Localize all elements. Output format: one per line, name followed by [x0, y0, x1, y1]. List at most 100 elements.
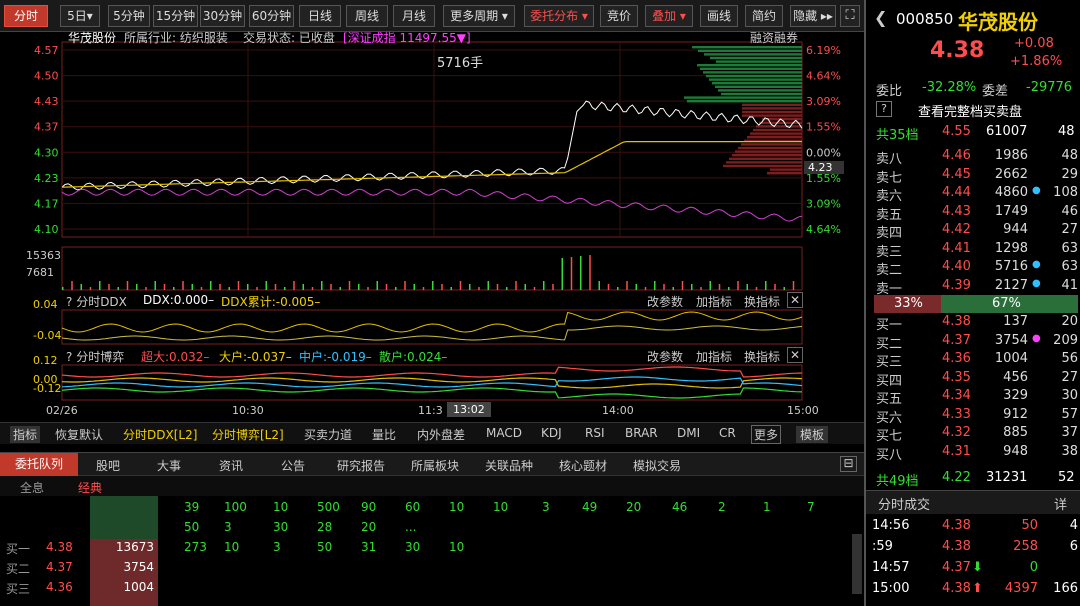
tab-order-queue[interactable]: 委托队列: [0, 453, 78, 476]
volume-bar: [644, 287, 647, 290]
more-indicators-button[interactable]: 更多: [751, 425, 782, 444]
indicator-ddx[interactable]: 分时DDX[L2]: [123, 426, 197, 443]
restore-default-button[interactable]: 恢复默认: [55, 426, 103, 443]
tab-events[interactable]: 大事: [157, 457, 181, 474]
tab-30min[interactable]: 30分钟: [200, 5, 245, 27]
tab-weekly[interactable]: 周线: [346, 5, 388, 27]
expand-icon[interactable]: ⛶: [840, 5, 860, 27]
help-icon[interactable]: ?: [876, 101, 892, 117]
queue-cell: 30: [405, 540, 421, 554]
volume-bar: [626, 281, 628, 290]
tab-monthly[interactable]: 月线: [393, 5, 435, 27]
tab-stock-forum[interactable]: 股吧: [96, 457, 120, 474]
indicator-rsi[interactable]: RSI: [585, 426, 605, 440]
intraday-chart[interactable]: 4.57 6.19% 4.50 4.64% 4.43 3.09% 4.37 1.55% 4.30…: [0, 29, 864, 422]
tab-5min[interactable]: 5分钟: [108, 5, 150, 27]
overlay-dropdown[interactable]: 叠加 ▾: [645, 5, 693, 27]
tab-themes[interactable]: 核心题材: [559, 457, 607, 474]
indicator-macd[interactable]: MACD: [486, 426, 522, 440]
auction-button[interactable]: 竞价: [600, 5, 638, 27]
bid-level[interactable]: 买三 4.36 1004 56: [866, 351, 1080, 370]
margin-trading-label[interactable]: 融资融券: [750, 29, 798, 46]
game-panel-frame: [61, 364, 803, 401]
trades-detail-button[interactable]: 详: [1054, 494, 1067, 513]
bid-level[interactable]: 买六 4.33 912 57: [866, 407, 1080, 426]
ddx-edit-params-button[interactable]: 改参数: [647, 293, 683, 310]
bid-level[interactable]: 买二 4.37 3754 ● 209: [866, 333, 1080, 352]
order-distribution-bar: [741, 143, 802, 146]
ask-level[interactable]: 卖二 4.40 5716 ● 63: [866, 259, 1080, 278]
tab-research[interactable]: 研究报告: [337, 457, 385, 474]
down-arrow-icon: ⬇: [972, 560, 983, 575]
bid-level[interactable]: 买四 4.35 456 27: [866, 370, 1080, 389]
template-button[interactable]: 模板: [796, 426, 829, 443]
indicator-bar: 指标 恢复默认 分时DDX[L2] 分时博弈[L2] 买卖力道 量比 内外盘差 …: [0, 422, 864, 444]
volume-bar: [99, 281, 101, 290]
tab-news[interactable]: 资讯: [219, 457, 243, 474]
order-distribution-bar: [742, 103, 802, 106]
indicator-game[interactable]: 分时博弈[L2]: [212, 426, 284, 443]
bid-level[interactable]: 买八 4.31 948 38: [866, 444, 1080, 463]
ask-level[interactable]: 卖五 4.43 1749 46: [866, 204, 1080, 223]
tab-daily[interactable]: 日线: [299, 5, 341, 27]
last-price: 4.38: [930, 38, 985, 63]
back-icon[interactable]: ❮: [874, 8, 887, 27]
tab-sectors[interactable]: 所属板块: [411, 457, 459, 474]
order-distribution-bar: [718, 89, 802, 92]
draw-line-button[interactable]: 画线: [700, 5, 738, 27]
tab-15min[interactable]: 15分钟: [153, 5, 198, 27]
ddx-switch-indicator-button[interactable]: 换指标: [744, 293, 780, 310]
ask-level[interactable]: 卖八 4.46 1986 48: [866, 148, 1080, 167]
tab-5day[interactable]: 5日▾: [60, 5, 100, 27]
order-distribution-bar: [716, 60, 802, 63]
more-periods-dropdown[interactable]: 更多周期 ▾: [443, 5, 515, 27]
full-book-link[interactable]: 查看完整档买卖盘: [918, 101, 1022, 120]
ddx-value: DDX:0.000–: [143, 293, 215, 307]
indicator-label[interactable]: 指标: [10, 426, 41, 443]
game-switch-indicator-button[interactable]: 换指标: [744, 348, 780, 365]
ask-level[interactable]: 卖一 4.39 2127 ● 41: [866, 278, 1080, 297]
game-close-icon[interactable]: ✕: [787, 347, 804, 363]
ask-level[interactable]: 卖三 4.41 1298 63: [866, 241, 1080, 260]
order-distribution-dropdown[interactable]: 委托分布 ▾: [524, 5, 594, 27]
indicator-cr[interactable]: CR: [719, 426, 736, 440]
simple-button[interactable]: 简约: [745, 5, 783, 27]
ask-level[interactable]: 卖六 4.44 4860 ● 108: [866, 185, 1080, 204]
tab-related[interactable]: 关联品种: [485, 457, 533, 474]
order-distribution-bar: [703, 71, 802, 74]
volume-bar: [311, 287, 314, 290]
indicator-inout-diff[interactable]: 内外盘差: [417, 426, 465, 443]
collapse-icon[interactable]: ⊟: [840, 456, 857, 472]
bid-level[interactable]: 买一 4.38 137 20: [866, 314, 1080, 333]
subtab-full[interactable]: 全息: [20, 479, 44, 496]
order-distribution-bar: [747, 136, 802, 139]
queue-scrollbar[interactable]: [852, 534, 862, 594]
volume-bar: [413, 284, 415, 290]
bid-level[interactable]: 买五 4.34 329 30: [866, 388, 1080, 407]
ask-level[interactable]: 卖四 4.42 944 27: [866, 222, 1080, 241]
tab-simulation[interactable]: 模拟交易: [633, 457, 681, 474]
ddx-add-indicator-button[interactable]: 加指标: [696, 293, 732, 310]
hide-button[interactable]: 隐藏 ▸▸: [790, 5, 836, 27]
indicator-kdj[interactable]: KDJ: [541, 426, 562, 440]
tab-intraday[interactable]: 分时: [4, 5, 48, 27]
game-series-line: [61, 366, 803, 378]
indicator-volume-ratio[interactable]: 量比: [372, 426, 396, 443]
order-distribution-bar: [759, 121, 802, 124]
ask-level[interactable]: 卖七 4.45 2662 29: [866, 167, 1080, 186]
subtab-classic[interactable]: 经典: [78, 479, 102, 496]
tab-60min[interactable]: 60分钟: [249, 5, 294, 27]
game-add-indicator-button[interactable]: 加指标: [696, 348, 732, 365]
game-edit-params-button[interactable]: 改参数: [647, 348, 683, 365]
tab-announcements[interactable]: 公告: [281, 457, 305, 474]
ddx-close-icon[interactable]: ✕: [787, 292, 804, 308]
index-label[interactable]: [深证成指 11497.55▼]: [343, 29, 471, 46]
indicator-brar[interactable]: BRAR: [625, 426, 658, 440]
level-label: 买四: [876, 373, 903, 389]
bid-level[interactable]: 买七 4.32 885 37: [866, 425, 1080, 444]
indicator-force[interactable]: 买卖力道: [304, 426, 352, 443]
indicator-dmi[interactable]: DMI: [677, 426, 700, 440]
trade-price: 4.38: [942, 581, 971, 596]
volume-bar: [117, 287, 119, 290]
price-tick-label: 4.30: [34, 146, 59, 159]
